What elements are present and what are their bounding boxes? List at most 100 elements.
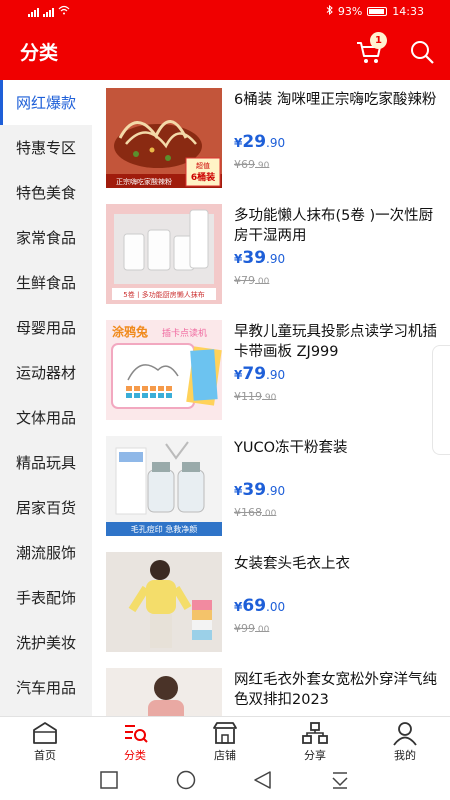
share-icon [302,722,328,744]
page-title: 分类 [20,42,59,64]
sidebar-item-wanju[interactable]: 精品玩具 [0,440,92,485]
signal-indicators [28,5,70,18]
sidebar-item-xihu[interactable]: 洗护美妆 [0,620,92,665]
product-item[interactable]: 女装套头毛衣上衣 ¥69.00 ¥99.00 [92,544,450,660]
top-header: 分类 1 [0,24,450,80]
product-image: 5卷丨多功能厨房懒人抹布 [106,204,222,304]
sidebar-item-yundong[interactable]: 运动器材 [0,350,92,395]
product-price: ¥79.90 [234,364,285,384]
notification-pull-icon[interactable] [332,772,348,789]
sidebar-item-chaoliu[interactable]: 潮流服饰 [0,530,92,575]
sidebar-item-qiche[interactable]: 汽车用品 [0,665,92,710]
original-price-integer: ¥119 [234,390,262,403]
sidebar-item-shengxian[interactable]: 生鲜食品 [0,260,92,305]
product-price: ¥29.90 [234,132,285,152]
original-price-decimal: .00 [255,277,270,287]
original-price-integer: ¥69 [234,158,255,171]
signal-icon [43,7,54,17]
tab-label: 分享 [304,749,326,762]
side-scroll-handle[interactable] [432,345,450,455]
search-icon [411,41,434,64]
price-integer: 39 [242,248,267,268]
signal-icon [28,7,39,17]
sidebar-item-label: 母婴用品 [16,319,77,337]
original-price-decimal: .90 [255,161,270,171]
image-label: 正宗嗨吃家酸辣粉 [116,177,172,186]
battery-icon [367,7,388,16]
sidebar-item-tehui[interactable]: 特惠专区 [0,125,92,170]
original-price: ¥99.00 [234,622,269,635]
back-triangle-icon[interactable] [254,771,271,789]
product-price: ¥39.90 [234,248,285,268]
product-item[interactable]: 涂鸦兔 插卡点读机 早教儿童玩具投影点读学习机插卡带画板 ZJ999 ¥79.9… [92,312,450,428]
bottom-tab-bar: 首页 分类 店铺 分享 我的 [0,716,450,766]
system-navigation-bar [0,766,450,800]
product-image [106,668,222,716]
tab-label: 店铺 [214,749,236,762]
sidebar-item-wanghong[interactable]: 网红爆款 [0,80,92,125]
tab-label: 分类 [124,749,146,762]
original-price: ¥168.00 [234,506,276,519]
sidebar-item-label: 手表配饰 [16,589,77,607]
price-decimal: .90 [266,368,286,382]
product-image [106,552,222,652]
image-label: 插卡点读机 [162,327,207,339]
sidebar-item-label: 洗护美妆 [16,634,77,652]
image-label: 超值 [196,161,210,170]
sidebar-item-label: 网红爆款 [16,94,77,112]
product-list: 超值 6桶装 正宗嗨吃家酸辣粉 6桶装 淘咪哩正宗嗨吃家酸辣粉 ¥29.90 ¥… [92,80,450,716]
tab-category[interactable]: 分类 [90,717,180,767]
clock: 14:33 [392,5,424,18]
original-price-decimal: .00 [262,509,277,519]
tab-store[interactable]: 店铺 [180,717,270,767]
price-decimal: .00 [266,600,286,614]
price-decimal: .90 [266,252,286,266]
original-price-decimal: .00 [255,625,270,635]
image-label: 涂鸦兔 [112,324,148,339]
original-price-integer: ¥168 [234,506,262,519]
product-name: 多功能懒人抹布(5卷 )一次性厨房干湿两用 [234,208,434,244]
tab-label: 首页 [34,749,56,762]
original-price: ¥119.90 [234,390,276,403]
home-circle-icon[interactable] [176,770,196,790]
tab-home[interactable]: 首页 [0,717,90,767]
image-label: 5卷丨多功能厨房懒人抹布 [123,290,204,299]
sidebar-item-label: 运动器材 [16,364,77,382]
tab-mine[interactable]: 我的 [360,717,450,767]
original-price-decimal: .90 [262,393,277,403]
sidebar-item-label: 精品玩具 [16,454,77,472]
home-icon [33,722,57,744]
product-item[interactable]: 毛孔痘印 急救净颜 YUCO冻干粉套装 ¥39.90 ¥168.00 [92,428,450,544]
cart-badge: 1 [370,32,387,49]
wifi-icon [58,5,70,18]
sidebar-item-muying[interactable]: 母婴用品 [0,305,92,350]
price-decimal: .90 [266,484,286,498]
sidebar-item-shoubiao[interactable]: 手表配饰 [0,575,92,620]
original-price: ¥79.00 [234,274,269,287]
sidebar-item-tese[interactable]: 特色美食 [0,170,92,215]
search-button[interactable] [408,38,436,66]
product-name: YUCO冻干粉套装 [234,440,348,456]
price-integer: 69 [242,596,267,616]
product-name: 6桶装 淘咪哩正宗嗨吃家酸辣粉 [234,92,437,108]
original-price-integer: ¥79 [234,274,255,287]
sidebar-item-label: 生鲜食品 [16,274,77,292]
product-price: ¥39.90 [234,480,285,500]
product-item[interactable]: 网红毛衣外套女宽松外穿洋气纯色双排扣2023 [92,660,450,716]
tab-share[interactable]: 分享 [270,717,360,767]
category-icon [125,725,148,743]
store-icon [213,722,237,744]
product-item[interactable]: 5卷丨多功能厨房懒人抹布 多功能懒人抹布(5卷 )一次性厨房干湿两用 ¥39.9… [92,196,450,312]
status-right: 93% 14:33 [326,4,424,18]
sidebar-item-wenti[interactable]: 文体用品 [0,395,92,440]
sidebar-item-jujia[interactable]: 居家百货 [0,485,92,530]
product-item[interactable]: 超值 6桶装 正宗嗨吃家酸辣粉 6桶装 淘咪哩正宗嗨吃家酸辣粉 ¥29.90 ¥… [92,80,450,196]
product-price: ¥69.00 [234,596,285,616]
sidebar-item-label: 文体用品 [16,409,77,427]
status-bar: 93% 14:33 [0,0,450,24]
price-integer: 79 [242,364,267,384]
product-image: 涂鸦兔 插卡点读机 [106,320,222,420]
recent-apps-icon[interactable] [100,771,118,789]
sidebar-item-jiachang[interactable]: 家常食品 [0,215,92,260]
sidebar-item-label: 特惠专区 [16,139,77,157]
